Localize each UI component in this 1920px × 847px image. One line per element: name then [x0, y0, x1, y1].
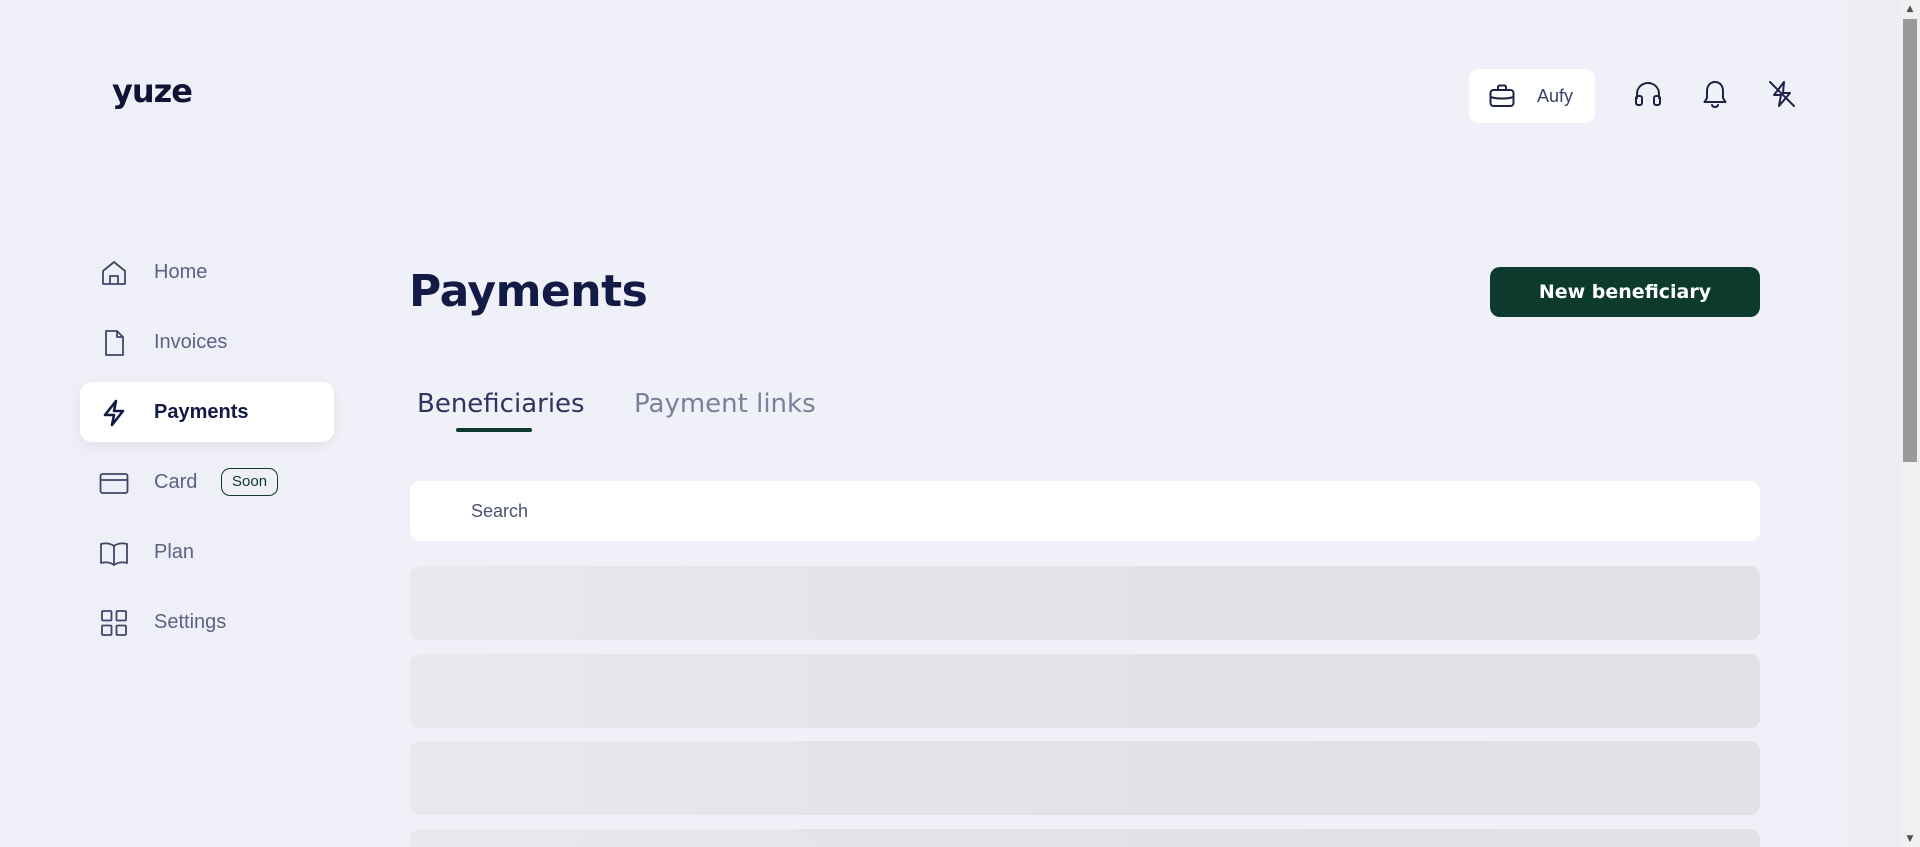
- lightning-icon: [99, 398, 129, 428]
- company-name: Aufy: [1537, 86, 1574, 106]
- sidebar-nav: Home Invoices Payments Card Soon Plan Se…: [80, 242, 334, 662]
- brand-logo[interactable]: yuze: [112, 72, 193, 110]
- page-edge: [1849, 0, 1900, 847]
- loading-row: [410, 654, 1760, 728]
- scrollbar-thumb[interactable]: [1903, 19, 1917, 462]
- sidebar-item-home[interactable]: Home: [80, 242, 334, 302]
- sidebar-item-card[interactable]: Card Soon: [80, 452, 334, 512]
- scroll-down-arrow-icon[interactable]: ▼: [1900, 830, 1920, 847]
- bell-icon[interactable]: [1699, 78, 1731, 110]
- sidebar-item-label: Settings: [154, 611, 227, 633]
- briefcase-icon: [1488, 82, 1516, 110]
- sidebar-item-label: Card: [154, 471, 198, 493]
- sidebar-item-settings[interactable]: Settings: [80, 592, 334, 652]
- sidebar-item-label: Home: [154, 261, 208, 283]
- active-tab-indicator: [456, 428, 532, 432]
- sidebar-item-plan[interactable]: Plan: [80, 522, 334, 582]
- sidebar: yuze Home Invoices Payments Card Soon Pl…: [0, 0, 334, 847]
- sidebar-item-label: Payments: [154, 401, 249, 423]
- scroll-up-arrow-icon[interactable]: ▲: [1900, 0, 1920, 17]
- sidebar-item-invoices[interactable]: Invoices: [80, 312, 334, 372]
- sidebar-item-label: Invoices: [154, 331, 228, 353]
- loading-row: [410, 566, 1760, 640]
- book-icon: [99, 538, 129, 568]
- soon-badge: Soon: [221, 468, 279, 496]
- loading-row: [410, 829, 1760, 847]
- lightning-off-icon[interactable]: [1766, 78, 1798, 110]
- sidebar-item-label: Plan: [154, 541, 195, 563]
- new-beneficiary-button[interactable]: New beneficiary: [1490, 267, 1760, 317]
- company-switcher[interactable]: Aufy: [1469, 69, 1595, 123]
- headphones-icon[interactable]: [1632, 78, 1664, 110]
- tab-beneficiaries[interactable]: Beneficiaries: [417, 389, 585, 419]
- vertical-scrollbar[interactable]: ▲ ▼: [1900, 0, 1920, 847]
- home-icon: [99, 258, 129, 288]
- grid-icon: [99, 608, 129, 638]
- document-icon: [99, 328, 129, 358]
- tab-payment-links[interactable]: Payment links: [634, 389, 816, 419]
- sidebar-item-payments[interactable]: Payments: [80, 382, 334, 442]
- search-input[interactable]: [410, 481, 1760, 541]
- credit-card-icon: [99, 468, 129, 498]
- page-title: Payments: [409, 266, 648, 317]
- loading-row: [410, 741, 1760, 815]
